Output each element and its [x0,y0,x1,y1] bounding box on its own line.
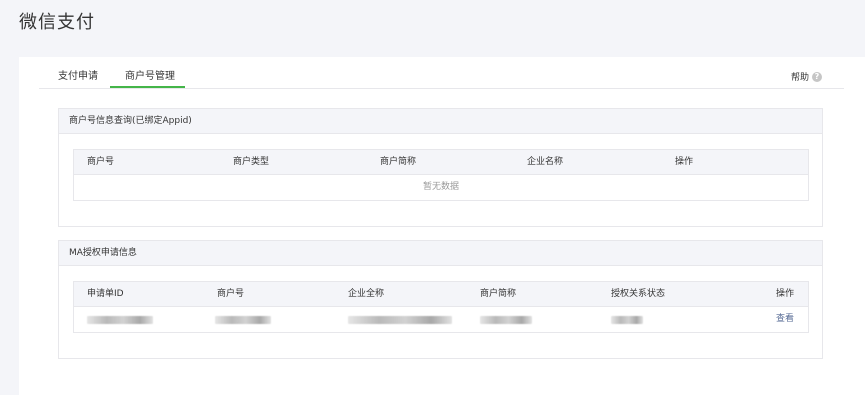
page-title: 微信支付 [19,12,95,33]
merchant-info-section: 商户号信息查询(已绑定Appid) 商户号 商户类型 商户简称 企业名称 操作 … [58,108,823,227]
column-header: 商户号 [87,157,115,167]
empty-state: 暂无数据 [422,182,459,192]
section-title: MA授权申请信息 [59,241,822,266]
redacted-application-id [87,316,153,324]
table-row: 查看 [74,307,808,332]
merchant-table: 商户号 商户类型 商户简称 企业名称 操作 暂无数据 [73,149,809,201]
column-header: 企业全称 [348,289,385,299]
question-circle-icon: ? [812,71,822,82]
table-header: 商户号 商户类型 商户简称 企业名称 操作 [74,150,808,175]
column-header: 商户类型 [233,157,270,167]
column-header: 操作 [775,289,794,299]
main-panel: 支付申请 商户号管理 帮助 ? 商户号信息查询(已绑定Appid) 商户号 商户… [19,57,865,395]
column-header: 商户号 [217,289,245,299]
active-tab-indicator [110,86,185,88]
view-link[interactable]: 查看 [776,307,794,332]
redacted-company-name [348,316,452,324]
tab-bar: 支付申请 商户号管理 帮助 ? [39,57,844,89]
redacted-merchant-short-name [480,316,532,324]
column-header: 操作 [675,157,694,167]
column-header: 商户简称 [380,157,417,167]
table-header: 申请单ID 商户号 企业全称 商户简称 授权关系状态 操作 [74,282,808,307]
column-header: 企业名称 [527,157,564,167]
section-title: 商户号信息查询(已绑定Appid) [59,109,822,134]
redacted-authorization-status [611,316,643,324]
help-label: 帮助 [790,73,809,83]
tab-merchant-management[interactable]: 商户号管理 [125,67,175,82]
help-link[interactable]: 帮助 ? [791,70,822,83]
redacted-merchant-id [215,316,271,324]
column-header: 商户简称 [480,289,517,299]
column-header: 授权关系状态 [611,289,666,299]
ma-table: 申请单ID 商户号 企业全称 商户简称 授权关系状态 操作 查看 [73,281,809,333]
ma-authorization-section: MA授权申请信息 申请单ID 商户号 企业全称 商户简称 授权关系状态 操作 查… [58,240,823,359]
column-header: 申请单ID [87,289,124,299]
tab-payment-application[interactable]: 支付申请 [58,67,98,82]
